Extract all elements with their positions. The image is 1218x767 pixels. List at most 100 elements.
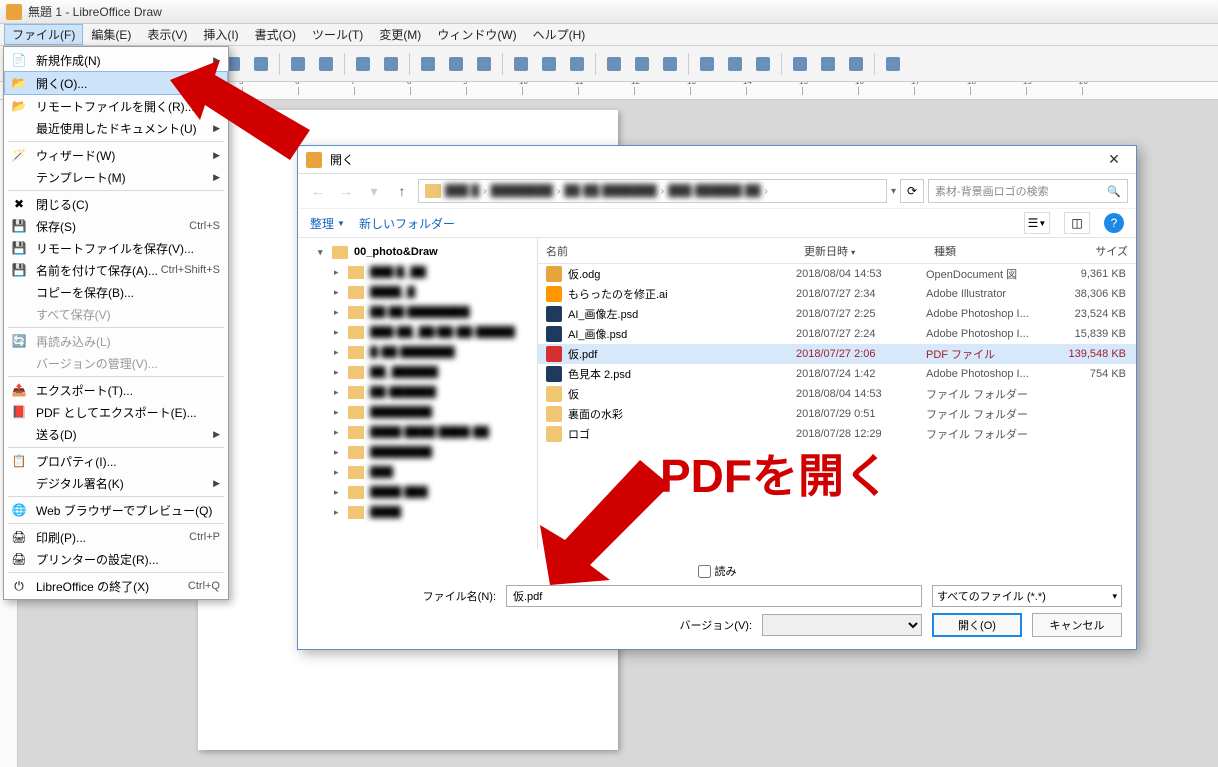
snap-button[interactable] bbox=[443, 51, 469, 77]
blank-icon bbox=[10, 475, 28, 491]
readonly-checkbox[interactable]: 読み bbox=[698, 563, 737, 579]
file-row[interactable]: 仮2018/08/04 14:53ファイル フォルダー bbox=[538, 384, 1136, 404]
image-button[interactable] bbox=[508, 51, 534, 77]
version-select[interactable] bbox=[762, 614, 922, 636]
column-size[interactable]: サイズ bbox=[1056, 243, 1136, 259]
menu-item-b[interactable]: コピーを保存(B)... bbox=[4, 281, 228, 303]
annotation-arrow-pdf bbox=[530, 445, 680, 605]
connector-button[interactable] bbox=[815, 51, 841, 77]
menu-item-p[interactable]: 🖨印刷(P)...Ctrl+P bbox=[4, 526, 228, 548]
menu-ツール[interactable]: ツール(T) bbox=[304, 24, 371, 45]
file-row[interactable]: 仮.pdf2018/07/27 2:06PDF ファイル139,548 KB bbox=[538, 344, 1136, 364]
dialog-title: 開く bbox=[330, 151, 1100, 168]
zoom-button[interactable] bbox=[378, 51, 404, 77]
folder-icon bbox=[546, 426, 562, 442]
menu-書式[interactable]: 書式(O) bbox=[247, 24, 304, 45]
guides-button[interactable] bbox=[471, 51, 497, 77]
options-button[interactable] bbox=[880, 51, 906, 77]
address-bar[interactable]: ███ █› ████████› ██-██ ███████› ███-████… bbox=[418, 179, 887, 203]
tree-item[interactable]: ▸██ ██ ████████ bbox=[298, 302, 537, 322]
organize-button[interactable]: 整理 ▼ bbox=[310, 215, 345, 232]
rotate-button[interactable] bbox=[601, 51, 627, 77]
view-mode-button[interactable]: ☰ ▼ bbox=[1024, 212, 1050, 234]
preview-pane-button[interactable]: ◫ bbox=[1064, 212, 1090, 234]
save-icon: 💾 bbox=[10, 218, 28, 234]
nav-refresh-button[interactable]: ⟳ bbox=[900, 179, 924, 203]
filter-button[interactable] bbox=[750, 51, 776, 77]
menu-item-libreofficex[interactable]: ⏻LibreOffice の終了(X)Ctrl+Q bbox=[4, 575, 228, 597]
tree-item[interactable]: ▸████_█ bbox=[298, 282, 537, 302]
version-label: バージョン(V): bbox=[312, 617, 752, 633]
tree-item[interactable]: ▸██_██████ bbox=[298, 362, 537, 382]
3d-button[interactable] bbox=[843, 51, 869, 77]
file-row[interactable]: 仮.odg2018/08/04 14:53OpenDocument 図9,361… bbox=[538, 264, 1136, 284]
menu-ウィンドウ[interactable]: ウィンドウ(W) bbox=[429, 24, 524, 45]
menu-item-d[interactable]: 送る(D)▶ bbox=[4, 423, 228, 445]
menu-挿入[interactable]: 挿入(I) bbox=[195, 24, 246, 45]
menu-変更[interactable]: 変更(M) bbox=[371, 24, 429, 45]
nav-forward-button[interactable]: → bbox=[334, 179, 358, 203]
annotation-text: PDFを開く bbox=[660, 440, 890, 506]
file-row[interactable]: AI_画像左.psd2018/07/27 2:25Adobe Photoshop… bbox=[538, 304, 1136, 324]
tree-item[interactable]: ▸███ █_██ bbox=[298, 262, 537, 282]
nav-up-button[interactable]: ↑ bbox=[390, 179, 414, 203]
file-row[interactable]: 色見本 2.psd2018/07/24 1:42Adobe Photoshop … bbox=[538, 364, 1136, 384]
grid-button[interactable] bbox=[415, 51, 441, 77]
menu-item-webq[interactable]: 🌐Web ブラウザーでプレビュー(Q) bbox=[4, 499, 228, 521]
menu-item-v[interactable]: 💾リモートファイルを保存(V)... bbox=[4, 237, 228, 259]
cancel-button[interactable]: キャンセル bbox=[1032, 613, 1122, 637]
text-button[interactable] bbox=[536, 51, 562, 77]
menu-ヘルプ[interactable]: ヘルプ(H) bbox=[525, 24, 594, 45]
dialog-titlebar: 開く ✕ bbox=[298, 146, 1136, 174]
zoom-sel-button[interactable] bbox=[350, 51, 376, 77]
arrange-button[interactable] bbox=[657, 51, 683, 77]
file-row[interactable]: 裏面の水彩2018/07/29 0:51ファイル フォルダー bbox=[538, 404, 1136, 424]
shapes-button[interactable] bbox=[787, 51, 813, 77]
column-date[interactable]: 更新日時 ▾ bbox=[796, 243, 926, 259]
tree-item[interactable]: ▸████ ████ ████-██ bbox=[298, 422, 537, 442]
menu-item-r[interactable]: 🖨プリンターの設定(R)... bbox=[4, 548, 228, 570]
tree-item[interactable]: ▸████ ███ bbox=[298, 482, 537, 502]
folder-tree-pane[interactable]: ▾00_photo&Draw▸███ █_██▸████_█▸██ ██ ███… bbox=[298, 238, 538, 549]
nav-dropdown-button[interactable]: ▾ bbox=[362, 179, 386, 203]
menu-item-t[interactable]: 📤エクスポート(T)... bbox=[4, 379, 228, 401]
tree-item[interactable]: ▸████ bbox=[298, 502, 537, 522]
open-button[interactable]: 開く(O) bbox=[932, 613, 1022, 637]
fontwork-button[interactable] bbox=[564, 51, 590, 77]
menu-表示[interactable]: 表示(V) bbox=[139, 24, 195, 45]
print-icon: 🖨 bbox=[10, 529, 28, 545]
blank-icon bbox=[10, 306, 28, 322]
open-file-dialog: 開く ✕ ← → ▾ ↑ ███ █› ████████› ██-██ ████… bbox=[297, 145, 1137, 650]
menu-item-pdfe[interactable]: 📕PDF としてエクスポート(E)... bbox=[4, 401, 228, 423]
menu-編集[interactable]: 編集(E) bbox=[83, 24, 139, 45]
tree-item[interactable]: ▸████████ bbox=[298, 402, 537, 422]
column-name[interactable]: 名前 bbox=[538, 243, 796, 259]
tree-item[interactable]: ▸████████ bbox=[298, 442, 537, 462]
file-filter-select[interactable]: すべてのファイル (*.*)▾ bbox=[932, 585, 1122, 607]
file-row[interactable]: AI_画像.psd2018/07/27 2:24Adobe Photoshop … bbox=[538, 324, 1136, 344]
tree-item[interactable]: ▸██-██████ bbox=[298, 382, 537, 402]
tree-item[interactable]: ▸███ bbox=[298, 462, 537, 482]
menu-item-i[interactable]: 📋プロパティ(I)... bbox=[4, 450, 228, 472]
align-button[interactable] bbox=[629, 51, 655, 77]
column-type[interactable]: 種類 bbox=[926, 243, 1056, 259]
tree-item[interactable]: ▸███-██_██/██-██-█████ bbox=[298, 322, 537, 342]
menu-item-s[interactable]: 💾保存(S)Ctrl+S bbox=[4, 215, 228, 237]
menu-item-a[interactable]: 💾名前を付けて保存(A)...Ctrl+Shift+S bbox=[4, 259, 228, 281]
help-button[interactable]: ? bbox=[1104, 213, 1124, 233]
crop-button[interactable] bbox=[722, 51, 748, 77]
search-placeholder: 素材-背景画ロゴの検索 bbox=[935, 183, 1049, 199]
new-folder-button[interactable]: 新しいフォルダー bbox=[359, 215, 455, 232]
menu-item-k[interactable]: デジタル署名(K)▶ bbox=[4, 472, 228, 494]
nav-back-button[interactable]: ← bbox=[306, 179, 330, 203]
menu-item-v: すべて保存(V) bbox=[4, 303, 228, 325]
file-row[interactable]: もらったのを修正.ai2018/07/27 2:34Adobe Illustra… bbox=[538, 284, 1136, 304]
globe-icon: 🌐 bbox=[10, 502, 28, 518]
menu-item-c[interactable]: ✖閉じる(C) bbox=[4, 193, 228, 215]
shadow-button[interactable] bbox=[694, 51, 720, 77]
search-input[interactable]: 素材-背景画ロゴの検索 🔍 bbox=[928, 179, 1128, 203]
dialog-close-button[interactable]: ✕ bbox=[1100, 151, 1128, 168]
tree-root[interactable]: ▾00_photo&Draw bbox=[298, 242, 537, 262]
tree-item[interactable]: ▸█-██ ███████ bbox=[298, 342, 537, 362]
menu-ファイル[interactable]: ファイル(F) bbox=[4, 24, 83, 45]
